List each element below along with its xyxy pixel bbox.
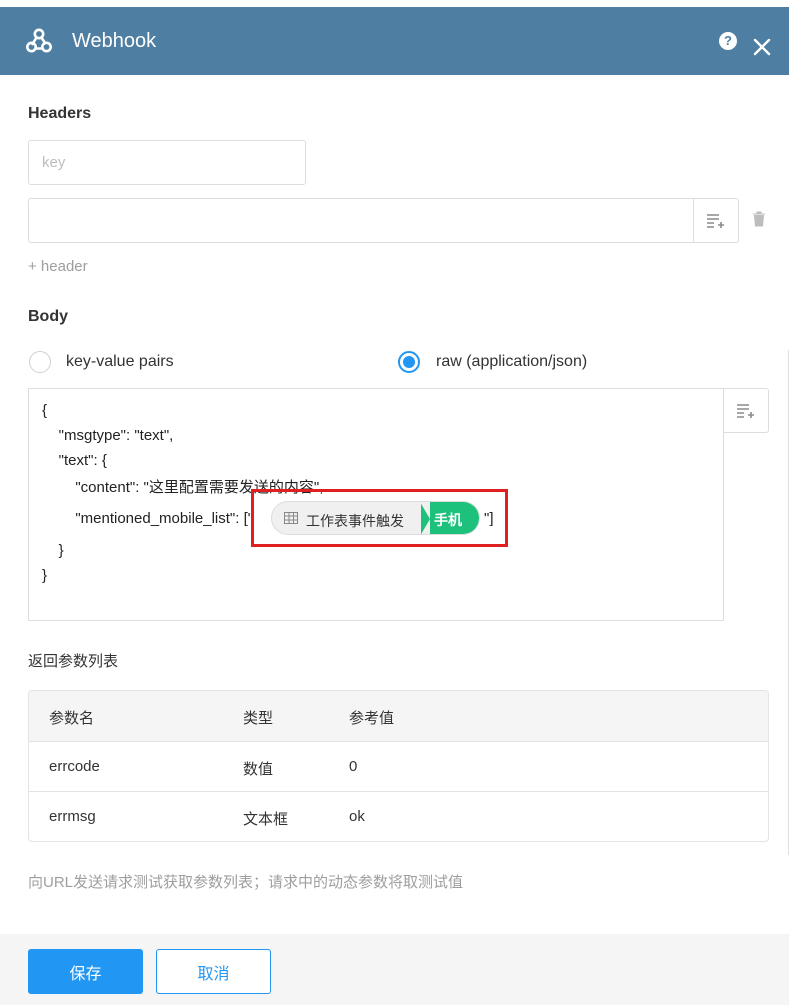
save-button[interactable]: 保存 <box>28 949 143 994</box>
radio-raw-json[interactable] <box>398 351 420 373</box>
insert-field-icon <box>707 213 724 228</box>
radio-key-value-label[interactable]: key-value pairs <box>66 353 174 371</box>
table-row: errcode 数值 0 <box>29 742 768 792</box>
highlight-box <box>251 489 508 547</box>
help-icon[interactable]: ? <box>719 32 737 50</box>
code-line: } <box>42 567 48 584</box>
dialog-header: Webhook ? <box>0 7 789 75</box>
table-cell: ok <box>349 808 365 825</box>
column-header: 类型 <box>243 710 274 727</box>
insert-field-icon <box>737 403 754 418</box>
headers-section-title: Headers <box>28 105 92 122</box>
code-line: "msgtype": "text", <box>42 427 174 444</box>
header-value-input[interactable] <box>28 198 694 243</box>
table-header: 参数名 类型 参考值 <box>29 691 768 742</box>
body-insert-field-button[interactable] <box>723 388 769 433</box>
column-header: 参考值 <box>349 710 395 727</box>
return-params-table: 参数名 类型 参考值 errcode 数值 0 errmsg 文本框 ok <box>28 690 769 842</box>
body-section-title: Body <box>28 308 68 325</box>
code-line: { <box>42 402 48 419</box>
test-hint-text: 向URL发送请求测试获取参数列表；请求中的动态参数将取测试值 <box>28 874 464 891</box>
dialog-title: Webhook <box>72 30 157 52</box>
table-row: errmsg 文本框 ok <box>29 792 768 841</box>
column-header: 参数名 <box>49 710 95 727</box>
insert-field-button[interactable] <box>693 198 739 243</box>
table-cell: errmsg <box>49 808 96 825</box>
header-key-input[interactable] <box>28 140 306 185</box>
table-cell: 文本框 <box>243 811 289 828</box>
code-line: "mentioned_mobile_list": [" <box>42 510 254 527</box>
code-line: "text": { <box>42 452 107 469</box>
radio-key-value[interactable] <box>29 351 51 373</box>
trash-icon[interactable] <box>752 211 766 227</box>
add-header-link[interactable]: + header <box>28 258 88 275</box>
code-line: } <box>42 542 64 559</box>
table-cell: 数值 <box>243 761 274 778</box>
table-cell: 0 <box>349 758 358 775</box>
close-icon[interactable] <box>753 38 771 56</box>
return-params-title: 返回参数列表 <box>28 653 119 670</box>
radio-raw-json-label[interactable]: raw (application/json) <box>436 353 587 371</box>
cancel-button[interactable]: 取消 <box>156 949 271 994</box>
table-cell: errcode <box>49 758 100 775</box>
webhook-icon <box>26 28 52 53</box>
